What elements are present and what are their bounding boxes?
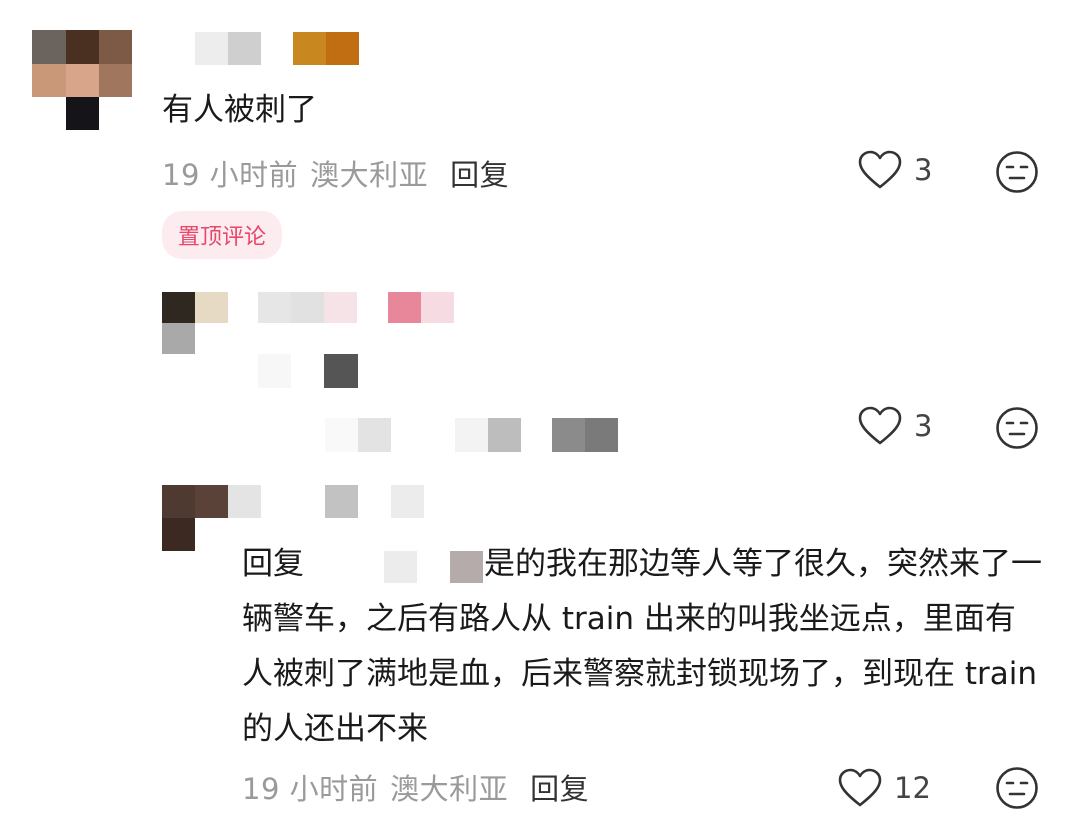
region: 澳大利亚 (310, 158, 429, 192)
reply-prefix: 回复 (242, 546, 304, 582)
neutral-face-icon (996, 767, 1038, 809)
dislike-button[interactable] (995, 406, 1039, 454)
neutral-face-icon (996, 407, 1038, 449)
heart-icon (838, 768, 882, 807)
comment-text: 有人被刺了 (162, 92, 317, 128)
username[interactable] (195, 32, 360, 65)
like-button[interactable]: 12 (838, 768, 931, 808)
region: 澳大利亚 (390, 772, 509, 806)
username[interactable] (258, 292, 458, 323)
dislike-button[interactable] (995, 150, 1039, 198)
reply-button[interactable]: 回复 (530, 772, 589, 806)
reply-button[interactable]: 回复 (450, 158, 509, 192)
heart-icon (858, 150, 902, 189)
timestamp: 19 小时前 (162, 158, 299, 192)
pinned-comment-badge: 置顶评论 (162, 211, 283, 259)
neutral-face-icon (996, 151, 1038, 193)
dislike-button[interactable] (995, 766, 1039, 814)
comment-meta (325, 418, 620, 452)
mentioned-username[interactable] (304, 549, 484, 583)
like-button[interactable]: 3 (858, 406, 932, 446)
reply-text: 回复 是的我在那边等人等了很久，突然来了一辆警车，之后有路人从 train 出来… (242, 537, 1042, 757)
like-count: 3 (914, 409, 933, 443)
heart-icon (858, 406, 902, 445)
comment-meta: 19 小时前 澳大利亚 回复 (242, 766, 589, 808)
like-count: 12 (894, 771, 931, 805)
like-count: 3 (914, 153, 933, 187)
avatar[interactable] (32, 30, 132, 130)
username[interactable] (325, 485, 425, 518)
timestamp: 19 小时前 (242, 772, 379, 806)
comment-text (258, 354, 358, 388)
avatar[interactable] (162, 292, 228, 354)
like-button[interactable]: 3 (858, 150, 932, 190)
comment-meta: 19 小时前 澳大利亚 回复 (162, 152, 509, 194)
